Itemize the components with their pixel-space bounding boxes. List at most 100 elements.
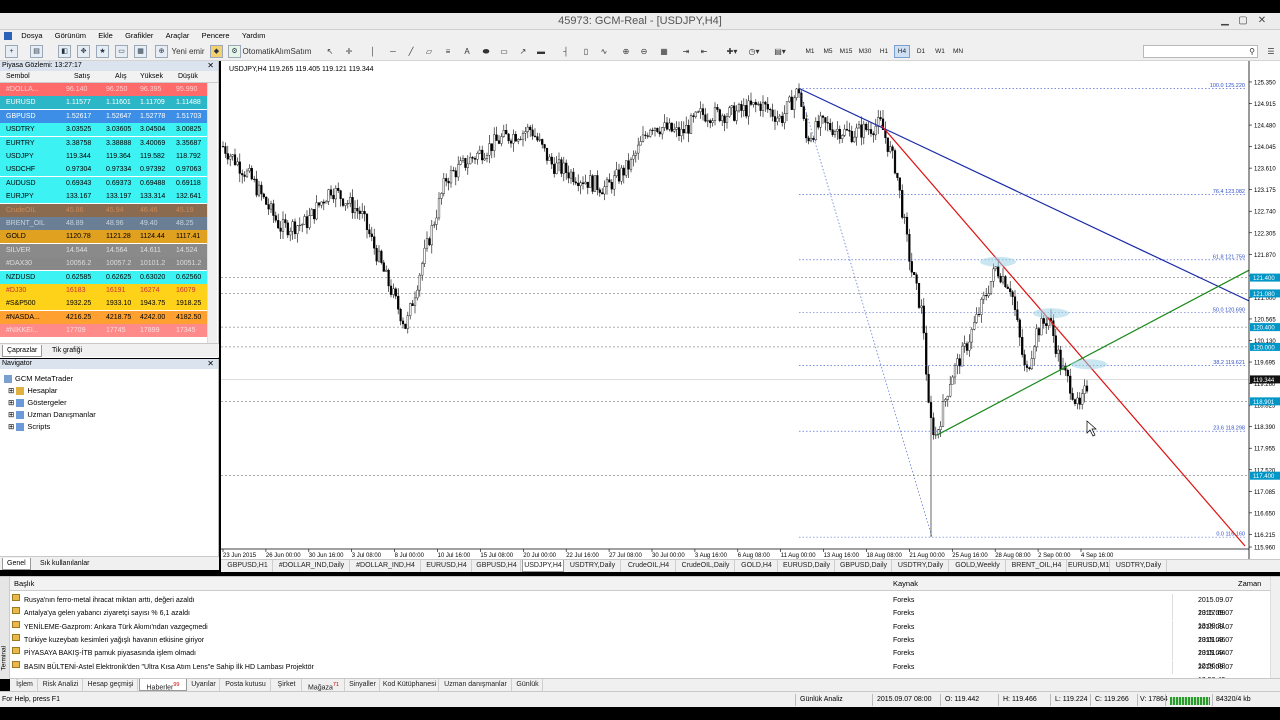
timeframe-mn[interactable]: MN [950,45,966,58]
app-icon[interactable] [4,32,12,40]
market-watch-row[interactable]: #NIKKEI... 17709 17745 17899 17345 [0,324,207,338]
terminal-icon[interactable]: ▭ [115,45,128,58]
terminal-scrollbar[interactable] [1270,577,1280,679]
chart-tab[interactable]: #DOLLAR_IND,H4 [351,560,421,572]
menu-pencere[interactable]: Pencere [197,30,235,42]
market-watch-row[interactable]: EURJPY 133.167 133.197 133.314 132.641 [0,190,207,204]
menu-araclar[interactable]: Araçlar [161,30,195,42]
new-chart-icon[interactable]: + [5,45,18,58]
navigator-item-scripts[interactable]: ⊞ Scripts [8,421,50,432]
new-order-icon[interactable]: ⊕ [155,45,168,58]
tab-sik-kullanilanlar[interactable]: Sık kullanılanlar [36,558,93,570]
market-watch-row[interactable]: EURTRY 3.38758 3.38888 3.40069 3.35687 [0,136,207,150]
rectangle-icon[interactable]: ▭ [498,45,510,58]
column-header[interactable]: Zaman [1238,577,1261,591]
close-icon[interactable]: ✕ [207,61,214,71]
chart-tab[interactable]: USDTRY,Daily [893,560,949,572]
terminal-tab[interactable]: İşlem [12,679,38,691]
timeframe-h1[interactable]: H1 [876,45,892,58]
horizontal-line-icon[interactable]: ─ [387,45,399,58]
column-header[interactable]: Yüksek [140,71,163,83]
navigator-root[interactable]: GCM MetaTrader [4,373,73,384]
terminal-tab[interactable]: Şirket [272,679,302,691]
timeframe-m30[interactable]: M30 [857,45,873,58]
candles-icon[interactable]: ▯ [580,45,592,58]
metaeditor-icon[interactable]: ◆ [210,45,223,58]
bar-chart-icon[interactable]: ┤ [560,45,572,58]
market-watch-row[interactable]: BRENT_OIL 48.89 48.96 49.40 48.25 [0,217,207,230]
column-header[interactable]: Düşük [178,71,198,83]
chart-tab[interactable]: USDJPY,H4 [522,560,564,572]
market-watch-row[interactable]: #NASDA... 4216.25 4218.75 4242.00 4182.50 [0,310,207,324]
chart-tab[interactable]: GBPUSD,Daily [836,560,892,572]
chart-tab[interactable]: GBPUSD,H1 [223,560,273,572]
terminal-tab[interactable]: Mağaza71 [303,679,345,691]
restore-icon[interactable]: ▢ [1236,14,1250,27]
chart-tab[interactable]: CrudeOIL,Daily [677,560,735,572]
search-input[interactable] [1143,45,1258,58]
chart-shift-icon[interactable]: ⇤ [698,45,710,58]
search-icon[interactable]: ⚲ [1246,45,1258,58]
chart-tab[interactable]: GOLD,Weekly [950,560,1006,572]
close-icon[interactable]: ✕ [1255,14,1269,27]
market-watch-row[interactable]: GBPUSD 1.52617 1.52647 1.52778 1.51703 [0,109,207,123]
chart-tab[interactable]: EURUSD,M1 [1068,560,1110,572]
timeframe-w1[interactable]: W1 [932,45,948,58]
close-icon[interactable]: ✕ [207,359,214,369]
timeframe-d1[interactable]: D1 [913,45,929,58]
market-watch-row[interactable]: GOLD 1120.78 1121.28 1124.44 1117.41 [0,230,207,244]
column-header[interactable]: Sembol [6,71,30,83]
news-row[interactable]: YENİLEME-Gazprom: Ankara Türk Akımı'ndan… [10,620,1260,644]
expand-icon[interactable]: ⊞ [8,410,14,419]
market-watch-row[interactable]: AUDUSD 0.69343 0.69373 0.69488 0.69118 [0,176,207,190]
market-watch-row[interactable]: EURUSD 1.11577 1.11601 1.11709 1.11488 [0,96,207,110]
community-icon[interactable]: ☰ [1266,45,1276,58]
market-watch-row[interactable]: CrudeOIL 45.86 45.94 46.46 45.19 [0,203,207,217]
timeframe-m1[interactable]: M1 [802,45,818,58]
chart-tab[interactable]: EURUSD,H4 [422,560,472,572]
chart-tab[interactable]: CrudeOIL,H4 [622,560,676,572]
menu-yardim[interactable]: Yardım [237,30,271,42]
terminal-tab[interactable]: Hesap geçmişi [84,679,138,691]
market-watch-row[interactable]: #S&P500 1932.25 1933.10 1943.75 1918.25 [0,297,207,311]
terminal-tab[interactable]: Posta kutusu [221,679,271,691]
strategy-tester-icon[interactable]: ▦ [134,45,147,58]
news-row[interactable]: Antalya'ya gelen yabancı ziyaretçi sayıs… [10,607,1260,630]
label-icon[interactable]: ▬ [535,45,547,58]
news-row[interactable]: Türkiye kuzeybatı kesimleri yağışlı hava… [10,633,1260,657]
tile-icon[interactable]: ▦ [658,45,670,58]
cursor-icon[interactable]: ↖ [325,45,335,58]
data-window-icon[interactable]: ✥ [77,45,90,58]
timeframe-m15[interactable]: M15 [838,45,854,58]
price-chart[interactable]: 100.0 125.220 76.4 123.082 61.8 121.759 50.… [221,61,1280,559]
vertical-line-icon[interactable]: │ [368,45,378,58]
expand-icon[interactable]: ⊞ [8,422,14,431]
menu-ekle[interactable]: Ekle [93,30,118,42]
new-order-button[interactable]: Yeni emir [170,45,206,58]
tab-caprazlar[interactable]: Çaprazlar [2,345,43,357]
chart-tab[interactable]: USDTRY,Daily [1111,560,1167,572]
line-chart-icon[interactable]: ∿ [598,45,610,58]
market-watch-row[interactable]: USDTRY 3.03525 3.03605 3.04504 3.00825 [0,123,207,137]
tab-genel[interactable]: Genel [2,558,31,570]
navigator-icon[interactable]: ★ [96,45,109,58]
autotrade-icon[interactable]: ⚙ [228,45,241,58]
zoom-out-icon[interactable]: ⊖ [638,45,650,58]
menu-gorunum[interactable]: Görünüm [50,30,91,42]
chart-tab[interactable]: GBPUSD,H4 [473,560,521,572]
chart-tab[interactable]: EURUSD,Daily [779,560,835,572]
market-watch-row[interactable]: NZDUSD 0.62585 0.62625 0.63020 0.62560 [0,270,207,284]
terminal-tab[interactable]: Haberler99 [139,679,187,691]
menu-dosya[interactable]: Dosya [16,30,47,42]
market-watch-row[interactable]: #DJ30 16183 16191 16274 16079 [0,284,207,297]
column-header[interactable]: Kaynak [893,577,918,591]
channel-icon[interactable]: ▱ [423,45,435,58]
timeframe-m5[interactable]: M5 [820,45,836,58]
chart-tab[interactable]: USDTRY,Daily [565,560,621,572]
market-watch-row[interactable]: USDJPY 119.344 119.364 119.582 118.792 [0,150,207,163]
autoscroll-icon[interactable]: ⇥ [680,45,692,58]
text-tool-icon[interactable]: A [462,45,472,58]
market-watch-row[interactable]: USDCHF 0.97304 0.97334 0.97392 0.97063 [0,163,207,177]
trendline-icon[interactable]: ╱ [405,45,417,58]
arrows-icon[interactable]: ↗ [517,45,529,58]
